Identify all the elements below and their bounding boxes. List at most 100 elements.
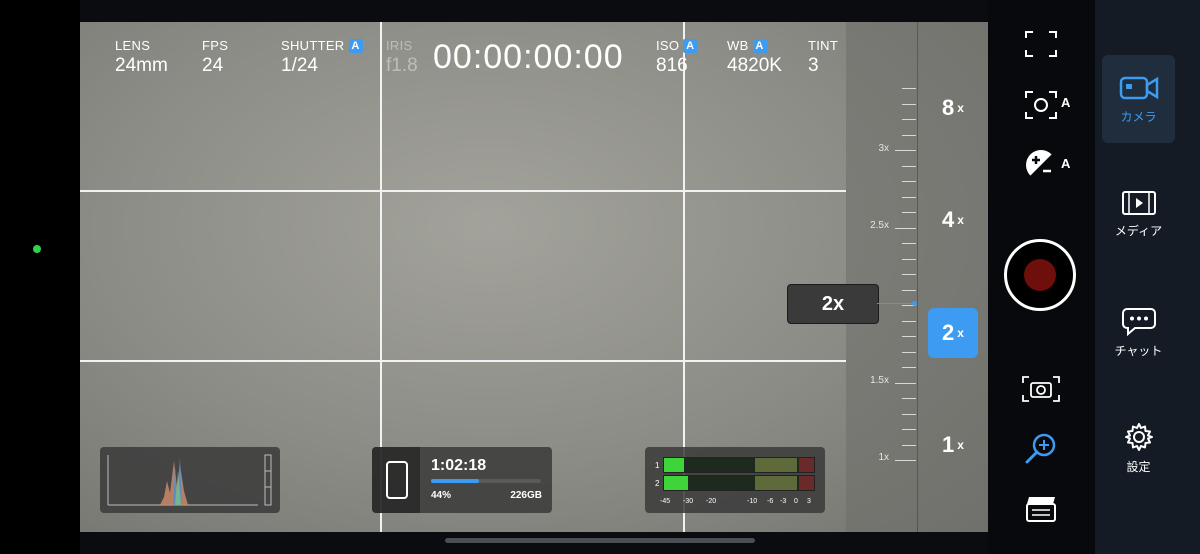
audio-scale-label: -30 [683,498,694,505]
zoom-divider [917,22,918,532]
iso-auto-badge: A [683,39,698,53]
audio-channel-label: 1 [655,461,660,470]
storage-free-space: 226GB [510,490,542,501]
audio-scale-label: -20 [706,498,717,505]
audio-scale-label: -3 [780,498,787,505]
zoom-scale-tick [902,166,916,167]
zoom-indicator-line [877,303,915,304]
zoom-magnifier-icon[interactable] [1024,430,1060,466]
zoom-2x-button[interactable]: 2x [928,308,978,358]
zoom-scale-tick [902,429,916,430]
zoom-scale-tick [902,398,916,399]
lens-label: LENS [115,38,151,53]
frame-guides-icon[interactable] [1024,29,1058,59]
zoom-scale-tick [902,135,916,136]
storage-device-box [372,447,420,513]
zoom-scale-label: 3x [878,143,889,154]
zoom-scale-tick [902,336,916,337]
auto-focus-button[interactable]: A [1024,89,1076,121]
nav-item-camera[interactable]: カメラ [1102,55,1175,143]
iso-label: ISO A [656,38,698,53]
status-indicator-dot [33,245,41,253]
nav-label: チャット [1114,343,1163,358]
zoom-scale-tick [895,228,916,229]
nav-item-settings[interactable]: 設定 [1102,404,1175,492]
grid-line-horizontal [80,190,846,192]
audio-scale-label: -6 [767,498,774,505]
zoom-scale-label: 1x [878,452,889,463]
media-film-icon [1121,190,1156,215]
tint-label: TINT [808,38,839,53]
zoom-scale-tick [902,445,916,446]
zoom-4x-button[interactable]: 4x [928,195,978,245]
audio-scale-label: 0 [794,498,798,505]
home-indicator[interactable] [445,538,755,543]
zoom-scale-tick [902,212,916,213]
nav-item-chat[interactable]: チャット [1102,288,1175,376]
storage-progress-fill [431,479,480,483]
grid-line-horizontal [80,360,846,362]
auto-focus-badge: A [1061,95,1071,110]
zoom-scale-tick [902,88,916,89]
wb-label: WB A [727,38,767,53]
tint-value[interactable]: 3 [808,55,819,77]
clapperboard-icon[interactable] [1025,495,1057,523]
viewfinder[interactable]: LENS 24mm FPS 24 SHUTTER A 1/24 IRIS f1.8… [80,22,988,532]
iris-value[interactable]: f1.8 [386,55,418,77]
focus-icon [1025,91,1057,119]
zoom-indicator-dot [912,301,917,306]
audio-scale-label: 3 [807,498,811,505]
wb-value[interactable]: 4820K [727,55,782,77]
gear-icon [1124,422,1153,451]
switch-camera-icon[interactable] [1020,373,1062,405]
storage-percent: 44% [431,490,452,501]
zoom-scale-tick [895,383,916,384]
record-indicator [1024,259,1056,291]
iso-value[interactable]: 816 [656,55,688,77]
left-strip [0,0,80,554]
phone-icon [386,461,408,499]
nav-item-media[interactable]: メディア [1102,170,1175,258]
histogram-widget[interactable] [100,447,280,513]
exposure-button[interactable]: A [1024,148,1076,182]
fps-value[interactable]: 24 [202,55,223,77]
zoom-scale-label: 1.5x [870,375,889,386]
shutter-auto-badge: A [348,39,363,53]
zoom-1x-button[interactable]: 1x [928,420,978,470]
audio-meter-widget[interactable]: 1 2 -45 -30 -20 -10 -6 -3 0 3 [645,447,825,513]
timecode: 00:00:00:00 [433,38,624,76]
zoom-scale-tick [902,259,916,260]
audio-channel-label: 2 [655,479,660,488]
zoom-scale-tick [902,367,916,368]
fps-label: FPS [202,38,229,53]
zoom-scale-tick [902,197,916,198]
nav-label: メディア [1114,223,1163,238]
audio-scale-label: -45 [660,498,671,505]
zoom-scale-tick [895,460,916,461]
exposure-compensation-icon [1026,150,1057,181]
navigation-sidebar: カメラ メディア チャット 設定 [1095,0,1200,554]
zoom-scale-tick [902,181,916,182]
chat-bubble-icon [1121,307,1156,336]
record-button[interactable] [1004,239,1076,311]
top-band [80,0,988,22]
shutter-value[interactable]: 1/24 [281,55,318,77]
shutter-label: SHUTTER A [281,38,363,53]
zoom-scale-tick [902,104,916,105]
nav-label: カメラ [1120,109,1157,124]
video-camera-icon [1119,76,1158,99]
audio-scale-label: -10 [747,498,758,505]
wb-auto-badge: A [752,39,767,53]
zoom-scale-tick [902,352,916,353]
audio-meter-channel-1 [663,457,815,473]
zoom-scale-tick [902,274,916,275]
zoom-scale-tick [902,321,916,322]
nav-label: 設定 [1126,459,1151,474]
zoom-scale-tick [902,290,916,291]
bottom-band [80,532,988,554]
storage-widget[interactable]: 1:02:18 44% 226GB [372,447,552,513]
lens-value[interactable]: 24mm [115,55,168,77]
recording-time-remaining: 1:02:18 [431,457,487,474]
zoom-8x-button[interactable]: 8x [928,83,978,133]
zoom-scale-tick [902,119,916,120]
